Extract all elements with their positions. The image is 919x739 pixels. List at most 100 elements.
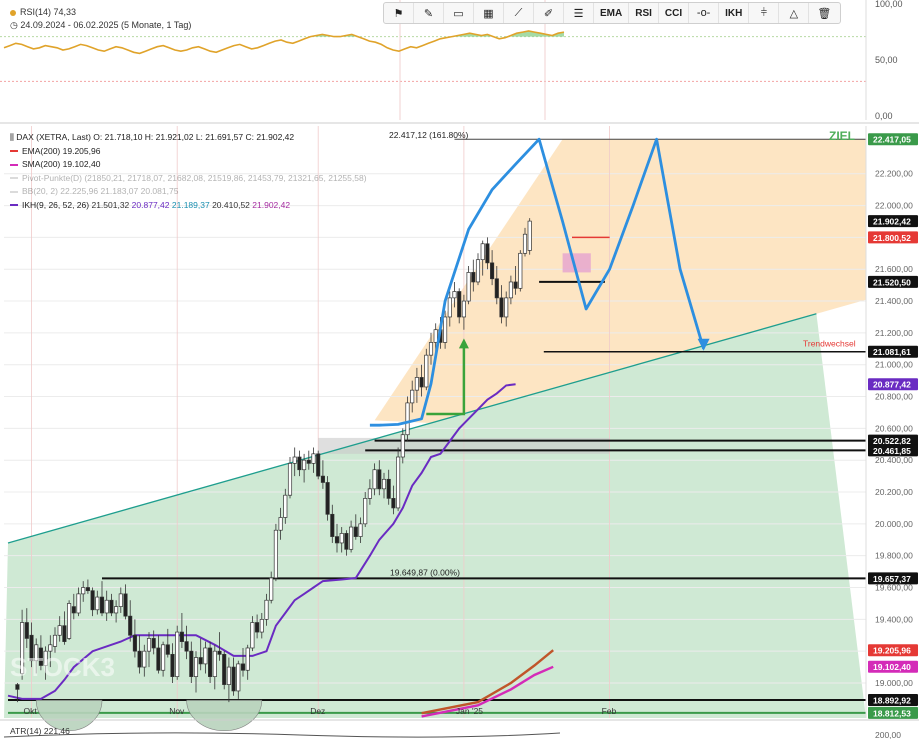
price-tag: 20.877,42 bbox=[868, 378, 918, 391]
watermark: STOCK3 bbox=[10, 652, 115, 682]
drawing-toolbar: ⚑ ✎ ▭ ▦ ⟋ ✐ ☰ EMA RSI CCI -o- IKH ⫩ △ 🗑 bbox=[383, 2, 841, 24]
candle-body bbox=[287, 463, 293, 496]
candle-body bbox=[513, 281, 518, 289]
candle-body bbox=[264, 599, 269, 620]
candle-body bbox=[170, 653, 175, 677]
candle-body bbox=[391, 498, 396, 509]
candle-body bbox=[85, 587, 90, 592]
candle-body bbox=[15, 684, 20, 690]
cci-button[interactable]: CCI bbox=[659, 3, 690, 23]
ema-swatch bbox=[10, 150, 18, 153]
candle-body bbox=[363, 498, 368, 525]
legend-title: ⫼ DAX (XETRA, Last) O: 21.718,10 H: 21.9… bbox=[10, 131, 367, 145]
rsi-tick-label: 0,00 bbox=[875, 111, 893, 121]
candle-body bbox=[146, 638, 152, 652]
ikh-val-4: 21.902,42 bbox=[252, 199, 291, 210]
rsi-button[interactable]: RSI bbox=[629, 3, 659, 23]
legend-ikh[interactable]: IKH(9, 26, 52, 26) 21.501,32 20.877,42 2… bbox=[10, 199, 367, 213]
candle-body bbox=[240, 663, 246, 671]
candle-body bbox=[414, 377, 419, 391]
candle-body bbox=[212, 650, 217, 677]
candle-body bbox=[325, 482, 330, 515]
ema-button[interactable]: EMA bbox=[594, 3, 630, 23]
legend-bb[interactable]: BB(20, 2) 22.225,96 21.183,07 20.081,75 bbox=[10, 185, 367, 199]
ziel-label: ZIEL bbox=[829, 129, 855, 143]
price-tag: 19.102,40 bbox=[868, 660, 918, 673]
legend-bb-text: BB(20, 2) 22.225,96 21.183,07 20.081,75 bbox=[22, 186, 179, 196]
pencil-icon[interactable]: ✎ bbox=[414, 3, 444, 23]
candle bbox=[316, 450, 321, 480]
candle-body bbox=[198, 657, 203, 665]
candle-body bbox=[109, 599, 114, 614]
level-icon[interactable]: ⫩ bbox=[749, 3, 780, 23]
dash-dot-icon[interactable]: -o- bbox=[689, 3, 720, 23]
atr-value: 221,46 bbox=[43, 726, 70, 736]
price-tag: 21.902,42 bbox=[868, 215, 918, 228]
flag-icon[interactable]: ⚑ bbox=[384, 3, 414, 23]
legend-title-text: DAX (XETRA, Last) O: 21.718,10 H: 21.921… bbox=[16, 132, 295, 142]
candle-body bbox=[273, 529, 278, 579]
price-tag-label: 18.812,53 bbox=[873, 708, 911, 718]
legend-ema[interactable]: EMA(200) 19.205,96 bbox=[10, 145, 367, 159]
candle-body bbox=[372, 469, 377, 490]
candle-body bbox=[203, 647, 208, 665]
legend-pivot[interactable]: Pivot-Punkte(D) (21850,21, 21718,07, 216… bbox=[10, 172, 367, 186]
candle-body bbox=[504, 297, 509, 318]
chart-legend: ⫼ DAX (XETRA, Last) O: 21.718,10 H: 21.9… bbox=[10, 131, 367, 212]
y-tick-label: 20.000,00 bbox=[875, 519, 913, 529]
price-tag-label: 19.102,40 bbox=[873, 662, 911, 672]
candle-body bbox=[123, 593, 128, 617]
date-range: 24.09.2024 - 06.02.2025 (5 Monate, 1 Tag… bbox=[20, 20, 192, 30]
candle-body bbox=[447, 297, 452, 318]
candle bbox=[424, 348, 429, 391]
candle-body bbox=[358, 523, 363, 537]
price-tag: 20.461,85 bbox=[868, 444, 918, 457]
candle-body bbox=[316, 453, 321, 477]
price-tag-label: 20.877,42 bbox=[873, 380, 911, 390]
price-tag-label: 21.520,50 bbox=[873, 277, 911, 287]
candle-body bbox=[485, 243, 490, 264]
price-tag: 21.081,61 bbox=[868, 345, 918, 358]
fib-top-label: 22.417,12 (161.80%) bbox=[389, 130, 469, 140]
bb-swatch bbox=[10, 190, 18, 193]
candle-body bbox=[161, 644, 166, 671]
candle-body bbox=[297, 456, 302, 471]
rsi-color-dot bbox=[10, 9, 16, 16]
candle-body bbox=[99, 596, 105, 614]
candle-body bbox=[377, 469, 382, 490]
rectangle-icon[interactable]: ▭ bbox=[444, 3, 474, 23]
pivot-swatch bbox=[10, 177, 18, 180]
candle bbox=[208, 641, 213, 683]
candle-body bbox=[151, 638, 156, 649]
candle-body bbox=[353, 526, 358, 537]
x-tick-label: Feb bbox=[602, 706, 617, 716]
legend-sma[interactable]: SMA(200) 19.102,40 bbox=[10, 158, 367, 172]
pattern-icon[interactable]: ▦ bbox=[474, 3, 504, 23]
ikh-button[interactable]: IKH bbox=[719, 3, 750, 23]
brush-icon[interactable]: ✐ bbox=[534, 3, 564, 23]
candle-body bbox=[90, 590, 95, 611]
candle-body bbox=[48, 644, 53, 652]
price-tag-label: 22.417,05 bbox=[873, 135, 911, 145]
candle-body bbox=[222, 653, 227, 685]
price-tag: 18.812,53 bbox=[868, 706, 918, 719]
y-tick-label: 21.000,00 bbox=[875, 360, 913, 370]
ikh-val-0: 21.501,32 bbox=[91, 199, 130, 210]
candle-body bbox=[156, 647, 161, 671]
legend-pivot-text: Pivot-Punkte(D) (21850,21, 21718,07, 216… bbox=[22, 172, 367, 183]
candle-body bbox=[499, 297, 504, 318]
candle-body bbox=[24, 622, 29, 639]
triangle-icon[interactable]: △ bbox=[779, 3, 810, 23]
dax-chart[interactable]: 100,00 50,00 0,00 ZIEL 22.417,12 (161.80%) 19… bbox=[0, 0, 919, 739]
candle bbox=[287, 457, 293, 499]
candle-body bbox=[67, 603, 72, 639]
lines-icon[interactable]: ☰ bbox=[564, 3, 594, 23]
candle-body bbox=[132, 634, 137, 652]
candle-body bbox=[386, 478, 391, 499]
trash-icon[interactable]: 🗑 bbox=[809, 3, 839, 23]
trend-line-icon[interactable]: ⟋ bbox=[504, 3, 534, 23]
candle-body bbox=[81, 587, 86, 595]
candle-body bbox=[71, 606, 76, 614]
candle-body bbox=[339, 533, 344, 544]
price-tag-label: 18.892,92 bbox=[873, 696, 911, 706]
